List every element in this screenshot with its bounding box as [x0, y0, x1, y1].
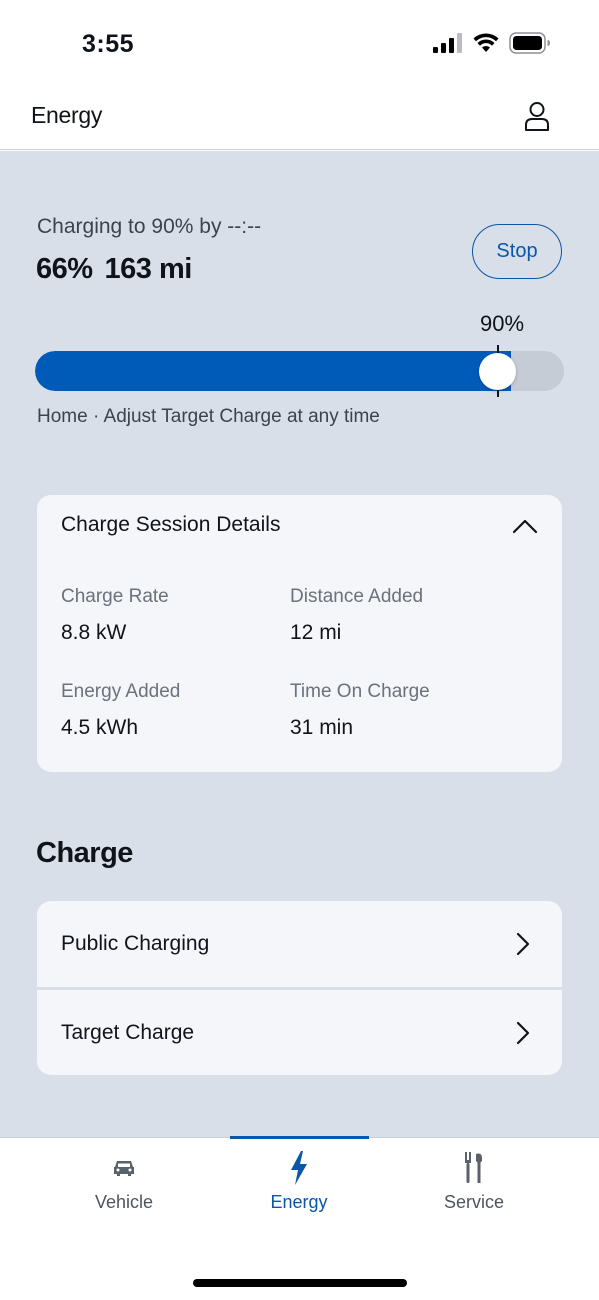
tab-service[interactable]: Service: [405, 1138, 543, 1228]
target-charge-slider-handle[interactable]: [479, 353, 516, 390]
cellular-signal-icon: [433, 33, 462, 53]
metric-label-energy-added: Energy Added: [61, 681, 181, 702]
metric-value-distance-added: 12 mi: [290, 621, 342, 644]
metric-value-time-on-charge: 31 min: [290, 716, 354, 739]
battery-icon: [509, 32, 550, 54]
charge-stats: 66% 163 mi: [36, 253, 204, 286]
status-time: 3:55: [82, 30, 135, 58]
charge-range: 163 mi: [104, 253, 193, 285]
home-indicator[interactable]: [193, 1279, 407, 1287]
lightning-icon: [288, 1151, 310, 1185]
list-item-label: Public Charging: [61, 932, 210, 955]
stop-charging-button[interactable]: Stop: [472, 224, 562, 279]
status-icons: [433, 32, 551, 54]
metric-value-charge-rate: 8.8 kW: [61, 621, 127, 644]
metric-label-distance-added: Distance Added: [290, 586, 424, 607]
charge-session-card: Charge Session Details Charge Rate 8.8 k…: [37, 495, 562, 772]
charge-progress-fill: [35, 351, 511, 391]
tools-icon: [462, 1152, 486, 1184]
charge-status-text: Charging to 90% by --:--: [37, 215, 262, 238]
status-bar: 3:55: [0, 0, 599, 90]
charge-options-list: Public Charging Target Charge: [37, 901, 562, 1075]
tab-label: Energy: [270, 1192, 328, 1212]
list-item-public-charging[interactable]: Public Charging: [37, 901, 562, 987]
chevron-up-icon: [512, 519, 538, 534]
tab-label: Vehicle: [94, 1192, 154, 1212]
profile-button[interactable]: [521, 99, 553, 133]
page-title: Energy: [31, 102, 103, 128]
metric-label-time-on-charge: Time On Charge: [290, 681, 430, 702]
chevron-right-icon: [516, 1021, 530, 1045]
metric-label-charge-rate: Charge Rate: [61, 586, 169, 607]
charge-section-title: Charge: [36, 837, 133, 869]
list-item-target-charge[interactable]: Target Charge: [37, 990, 562, 1075]
wifi-icon: [473, 33, 499, 52]
charge-percent: 66%: [36, 253, 93, 285]
car-icon: [112, 1152, 136, 1184]
chevron-right-icon: [516, 932, 530, 956]
list-item-label: Target Charge: [61, 1021, 195, 1044]
tab-energy[interactable]: Energy: [230, 1138, 368, 1228]
tab-vehicle[interactable]: Vehicle: [55, 1138, 193, 1228]
metric-value-energy-added: 4.5 kWh: [61, 716, 139, 739]
charge-hint: Home · Adjust Target Charge at any time: [37, 406, 380, 427]
tab-label: Service: [443, 1192, 505, 1212]
collapse-button[interactable]: [510, 511, 540, 541]
target-charge-label: 90%: [480, 311, 525, 336]
bottom-tab-bar: Vehicle Energy Service: [0, 1136, 599, 1300]
main-content: Charging to 90% by --:-- 66% 163 mi Stop …: [0, 151, 599, 1137]
person-icon: [525, 102, 549, 131]
session-card-title: Charge Session Details: [61, 513, 281, 536]
app-header: Energy: [0, 90, 599, 150]
